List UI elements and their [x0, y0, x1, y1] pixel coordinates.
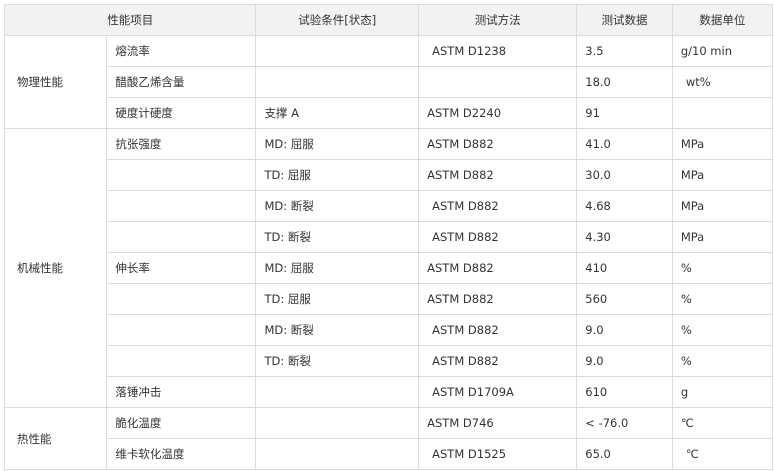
table-row: 机械性能 抗张强度 MD: 屈服 ASTM D882 41.0 MPa: [3, 128, 774, 408]
value-cell: 30.0: [576, 159, 673, 191]
method-cell: ASTM D882: [418, 283, 578, 315]
header-method: 测试方法: [418, 4, 578, 36]
value-cell: 9.0: [576, 345, 673, 377]
method-cell: [418, 66, 578, 98]
unit-cell: ℃: [671, 438, 774, 470]
value-cell: 610: [576, 376, 673, 408]
value-cell: 4.68: [576, 190, 673, 222]
condition-cell: 支撑 A: [255, 97, 420, 129]
table-row: 物理性能 熔流率 ASTM D1238 3.5 g/10 min: [3, 35, 774, 129]
method-cell: ASTM D882: [418, 159, 578, 191]
property-cell: 落锤冲击: [106, 376, 257, 408]
unit-cell: MPa: [671, 128, 774, 160]
condition-cell: MD: 断裂: [255, 314, 420, 346]
value-cell: 4.30: [576, 221, 673, 253]
unit-cell: MPa: [671, 221, 774, 253]
condition-cell: [255, 35, 420, 67]
table-row: 醋酸乙烯含量 18.0 wt%: [5, 66, 774, 98]
method-cell: ASTM D1525: [418, 438, 578, 470]
spec-table: 性能项目 试验条件[状态] 测试方法 测试数据 数据单位 物理性能 熔流率 AS…: [3, 4, 774, 470]
table-row: TD: 断裂 ASTM D882 4.30 MPa: [5, 221, 774, 253]
header-row: 性能项目 试验条件[状态] 测试方法 测试数据 数据单位: [3, 4, 774, 36]
value-cell: 3.5: [576, 35, 673, 67]
condition-cell: [255, 438, 420, 470]
unit-cell: g: [671, 376, 774, 408]
table-row: 落锤冲击 ASTM D1709A 610 g: [5, 376, 774, 408]
value-cell: 560: [576, 283, 673, 315]
condition-cell: MD: 断裂: [255, 190, 420, 222]
value-cell: 18.0: [576, 66, 673, 98]
unit-cell: ℃: [671, 407, 774, 439]
value-cell: 65.0: [576, 438, 673, 470]
condition-cell: TD: 屈服: [255, 283, 420, 315]
header-property: 性能项目: [3, 4, 257, 36]
table-row: 维卡软化温度 ASTM D1525 65.0 ℃: [5, 438, 774, 470]
header-condition: 试验条件[状态]: [255, 4, 420, 36]
property-cell: 脆化温度: [106, 407, 257, 439]
property-cell: 伸长率: [106, 252, 257, 284]
method-cell: ASTM D1709A: [418, 376, 578, 408]
condition-cell: [255, 376, 420, 408]
table-row: MD: 断裂 ASTM D882 9.0 %: [5, 314, 774, 346]
unit-cell: %: [671, 314, 774, 346]
table-row: TD: 屈服 ASTM D882 560 %: [5, 283, 774, 315]
method-cell: ASTM D882: [418, 190, 578, 222]
table-row: TD: 屈服 ASTM D882 30.0 MPa: [5, 159, 774, 191]
unit-cell: [671, 97, 774, 129]
value-cell: 410: [576, 252, 673, 284]
property-cell: 熔流率: [106, 35, 257, 67]
method-cell: ASTM D882: [418, 221, 578, 253]
condition-cell: [255, 66, 420, 98]
unit-cell: %: [671, 345, 774, 377]
property-cell: 抗张强度: [106, 128, 257, 160]
method-cell: ASTM D1238: [418, 35, 578, 67]
table-row: 热性能 脆化温度 ASTM D746 < -76.0 ℃: [3, 407, 774, 470]
value-cell: 91: [576, 97, 673, 129]
method-cell: ASTM D882: [418, 128, 578, 160]
category-mechanical: 机械性能: [3, 128, 108, 408]
property-cell: 维卡软化温度: [106, 438, 257, 470]
condition-cell: MD: 屈服: [255, 252, 420, 284]
table-row: 伸长率 MD: 屈服 ASTM D882 410 %: [5, 252, 774, 284]
condition-cell: TD: 断裂: [255, 221, 420, 253]
table-body: 物理性能 熔流率 ASTM D1238 3.5 g/10 min 醋酸乙烯含量 …: [3, 35, 774, 470]
method-cell: ASTM D882: [418, 345, 578, 377]
method-cell: ASTM D2240: [418, 97, 578, 129]
method-cell: ASTM D746: [418, 407, 578, 439]
property-cell: [106, 159, 257, 191]
property-cell: 醋酸乙烯含量: [106, 66, 257, 98]
property-cell: [106, 190, 257, 222]
value-cell: 41.0: [576, 128, 673, 160]
condition-cell: MD: 屈服: [255, 128, 420, 160]
header-unit: 数据单位: [671, 4, 774, 36]
property-cell: 硬度计硬度: [106, 97, 257, 129]
category-physical: 物理性能: [3, 35, 108, 129]
value-cell: 9.0: [576, 314, 673, 346]
unit-cell: MPa: [671, 190, 774, 222]
condition-cell: [255, 407, 420, 439]
unit-cell: MPa: [671, 159, 774, 191]
property-cell: [106, 345, 257, 377]
header-value: 测试数据: [576, 4, 673, 36]
unit-cell: %: [671, 252, 774, 284]
category-thermal: 热性能: [3, 407, 108, 470]
table-header: 性能项目 试验条件[状态] 测试方法 测试数据 数据单位: [3, 4, 774, 36]
method-cell: ASTM D882: [418, 252, 578, 284]
property-cell: [106, 283, 257, 315]
table-row: 硬度计硬度 支撑 A ASTM D2240 91: [5, 97, 774, 129]
table-row: MD: 断裂 ASTM D882 4.68 MPa: [5, 190, 774, 222]
method-cell: ASTM D882: [418, 314, 578, 346]
unit-cell: %: [671, 283, 774, 315]
condition-cell: TD: 屈服: [255, 159, 420, 191]
table-row: TD: 断裂 ASTM D882 9.0 %: [5, 345, 774, 377]
unit-cell: g/10 min: [671, 35, 774, 67]
condition-cell: TD: 断裂: [255, 345, 420, 377]
value-cell: < -76.0: [576, 407, 673, 439]
property-cell: [106, 314, 257, 346]
property-cell: [106, 221, 257, 253]
unit-cell: wt%: [671, 66, 774, 98]
